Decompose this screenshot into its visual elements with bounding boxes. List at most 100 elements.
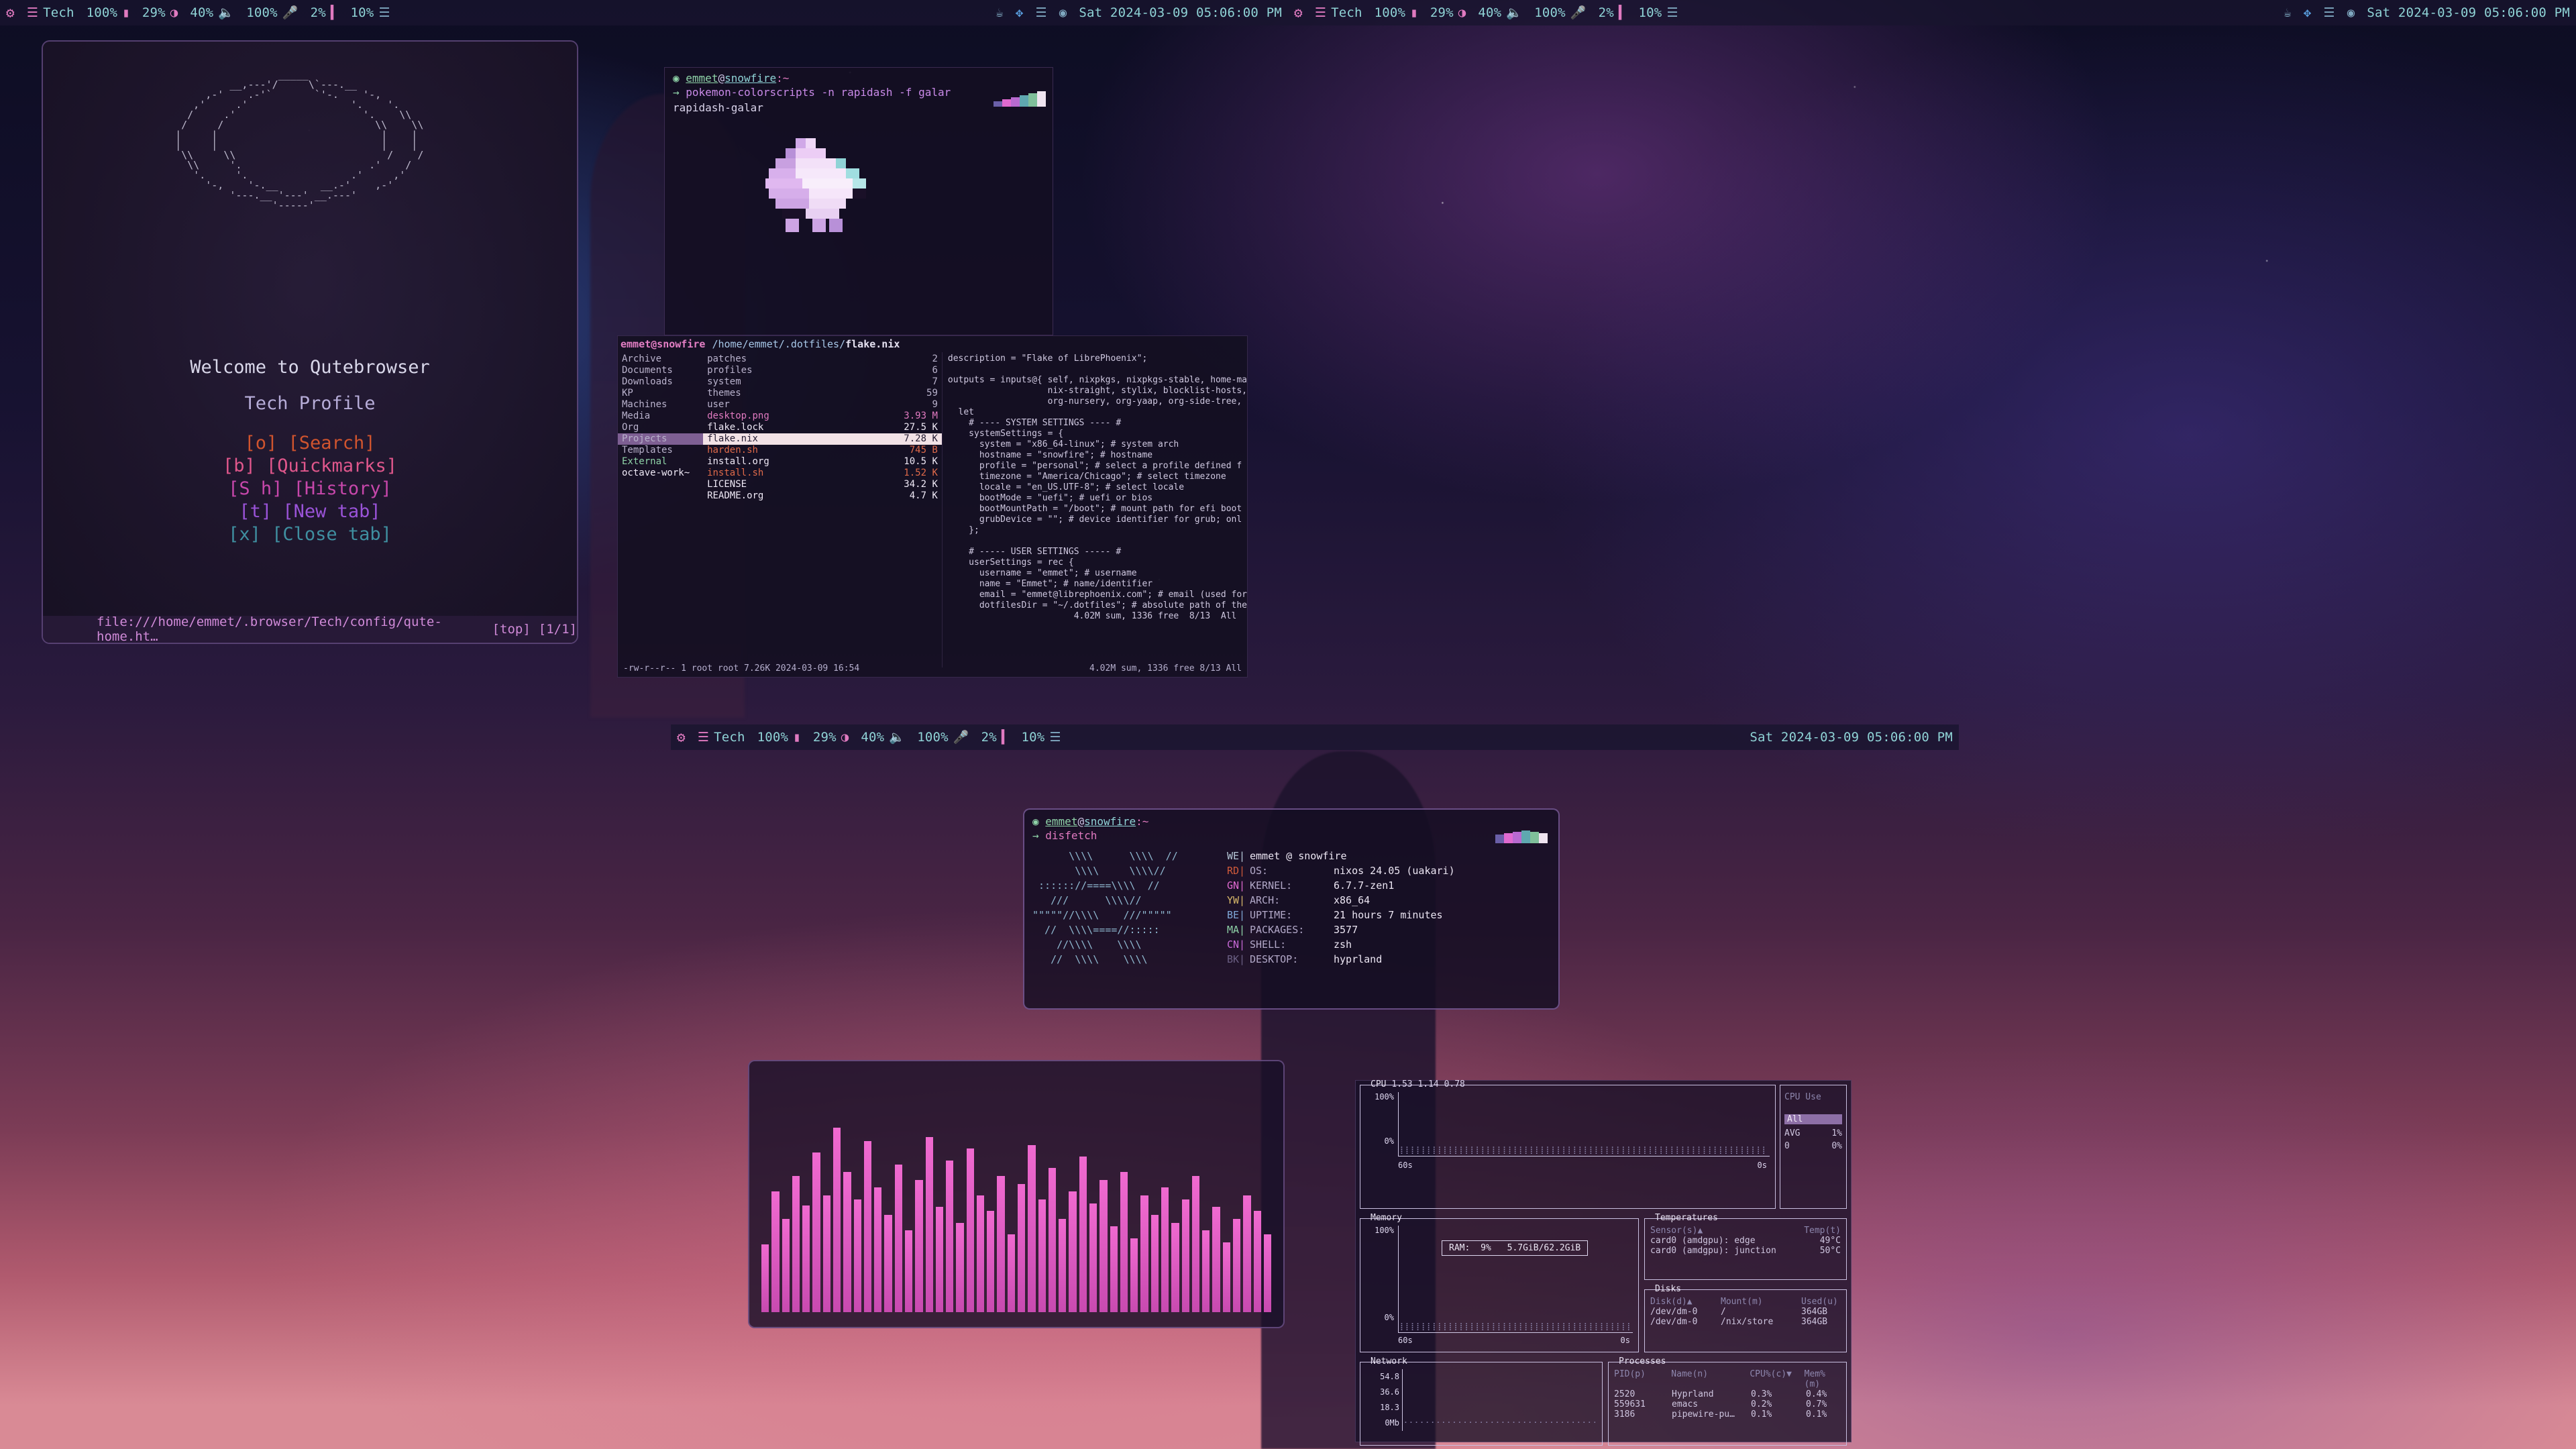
cpu-indicator-2[interactable]: 2% ▍ <box>1593 5 1633 20</box>
mic-indicator-3[interactable]: 100% 🎤 <box>911 730 975 745</box>
ranger-window[interactable]: emmet@snowfire /home/emmet/.dotfiles/fla… <box>617 335 1248 678</box>
brightness-indicator[interactable]: 29% ◑ <box>136 5 184 20</box>
ranger-file-row[interactable]: profiles 6 <box>703 365 942 376</box>
disfetch-terminal-window[interactable]: ◉ emmet@snowfire:~ → disfetch \\\\ \\\\ … <box>1023 808 1560 1010</box>
ranger-file-row[interactable]: install.sh 1.52 K <box>703 468 942 479</box>
tag-indicator-2[interactable]: ☰ Tech <box>1309 5 1368 20</box>
workspace-gear-icon-3[interactable]: ⚙ <box>671 730 692 745</box>
ram-indicator-3[interactable]: 10% ☰ <box>1016 730 1067 745</box>
disfetch-swatch-cn: CN| <box>1227 938 1246 951</box>
disfetch-row: PACKAGES: 3577 <box>1250 922 1455 937</box>
tray-disc-icon[interactable]: ◉ <box>1053 5 1073 20</box>
btop-cpu-use-panel[interactable]: CPU Use All AVG 1% 0 0% <box>1780 1085 1847 1209</box>
cava-bar-30 <box>1069 1191 1077 1312</box>
ranger-file-row[interactable]: README.org 4.7 K <box>703 490 942 502</box>
ranger-file-row[interactable]: flake.lock 27.5 K <box>703 422 942 433</box>
btop-network-panel[interactable]: Network 54.8 36.6 18.3 0Mb ⠁⠁⠁⠁⠁⠁⠁⠁⠁⠁⠁⠁⠁⠁⠁⠁… <box>1360 1356 1603 1446</box>
workspace-gear-icon[interactable]: ⚙ <box>0 5 21 20</box>
ranger-parent-item[interactable]: External <box>618 456 703 468</box>
ranger-file-row[interactable]: patches 2 <box>703 354 942 365</box>
brightness-indicator-3[interactable]: 29% ◑ <box>807 730 855 745</box>
status-bar-bottom[interactable]: ⚙ ☰ Tech 100% ▮ 29% ◑ 40% 🔈 100% 🎤 2% ▍ … <box>671 724 1959 750</box>
ram-indicator-2[interactable]: 10% ☰ <box>1633 5 1684 20</box>
qutebrowser-shortcut-4[interactable]: [x] [Close tab] <box>43 523 577 546</box>
mic-indicator-2[interactable]: 100% 🎤 <box>1528 5 1592 20</box>
ranger-parent-item[interactable]: Machines <box>618 399 703 411</box>
clock-label-3: Sat 2024-03-09 05:06:00 PM <box>1750 730 1953 745</box>
ram-indicator[interactable]: 10% ☰ <box>345 5 396 20</box>
ranger-parent-item[interactable]: Org <box>618 422 703 433</box>
disfetch-block-5 <box>1539 833 1548 843</box>
btop-disk-name: /dev/dm-0 <box>1650 1317 1698 1327</box>
tray-coffee-icon-2[interactable]: ☕ <box>2277 5 2298 20</box>
ranger-file-row[interactable]: harden.sh 745 B <box>703 445 942 456</box>
ranger-file-row[interactable]: install.org 10.5 K <box>703 456 942 468</box>
cava-visualizer-window[interactable] <box>748 1060 1285 1328</box>
btop-disks-panel[interactable]: Disks Disk(d)▲ Mount(m) Used(u) /dev/dm-… <box>1644 1284 1847 1352</box>
status-bar-right[interactable]: ⚙ ☰ Tech 100% ▮ 29% ◑ 40% 🔈 100% 🎤 2% ▍ … <box>1288 0 2576 25</box>
ranger-file-row[interactable]: user 9 <box>703 399 942 411</box>
battery-indicator[interactable]: 100% ▮ <box>80 5 136 20</box>
ram-value-2: 10% <box>1638 5 1662 20</box>
ranger-parent-column[interactable]: Archive Documents Downloads KP Machines Media… <box>618 352 704 667</box>
cpu-indicator[interactable]: 2% ▍ <box>305 5 345 20</box>
btop-window[interactable]: CPU 1.53 1.14 0.78 100% 0% ⡇⡇⡇⡇⡇⡇⡇⡇⡇⡇⡇⡇⡇… <box>1355 1079 1851 1446</box>
ranger-parent-item[interactable]: Projects <box>618 433 704 445</box>
tray-wifi-icon[interactable]: ☰ <box>1030 5 1053 20</box>
btop-temperatures-panel[interactable]: Temperatures Sensor(s)▲ Temp(t) card0 (a… <box>1644 1213 1847 1280</box>
btop-network-ytick: 36.6 <box>1380 1387 1399 1397</box>
volume-indicator-2[interactable]: 40% 🔈 <box>1472 5 1528 20</box>
qutebrowser-shortcut-2[interactable]: [S h] [History] <box>43 478 577 500</box>
tray-bluetooth-icon-2[interactable]: ✥ <box>2298 5 2318 20</box>
mic-indicator[interactable]: 100% 🎤 <box>240 5 304 20</box>
cava-bar-39 <box>1161 1187 1169 1312</box>
brightness-indicator-2[interactable]: 29% ◑ <box>1424 5 1472 20</box>
ranger-parent-item[interactable]: KP <box>618 388 703 399</box>
ranger-file-row[interactable]: themes 59 <box>703 388 942 399</box>
tray-disc-icon-2[interactable]: ◉ <box>2341 5 2361 20</box>
btop-process-row[interactable]: 2520 Hyprland 0.3% 0.4% <box>1614 1389 1841 1399</box>
status-bar-left[interactable]: ⚙ ☰ Tech 100% ▮ 29% ◑ 40% 🔈 100% 🎤 2% ▍ … <box>0 0 1288 25</box>
battery-indicator-2[interactable]: 100% ▮ <box>1368 5 1424 20</box>
ranger-file-row[interactable]: system 7 <box>703 376 942 388</box>
workspace-gear-icon-2[interactable]: ⚙ <box>1288 5 1309 20</box>
btop-process-row[interactable]: 559631 emacs 0.2% 0.7% <box>1614 1399 1841 1409</box>
qutebrowser-shortcut-list[interactable]: [o] [Search] [b] [Quickmarks] [S h] [Histo… <box>43 432 577 546</box>
btop-processes-panel[interactable]: Processes PID(p) Name(n) CPU%(c)▼ Mem%(m… <box>1608 1356 1847 1446</box>
ranger-parent-item[interactable]: octave-work~ <box>618 468 703 479</box>
ranger-file-row[interactable]: flake.nix 7.28 K <box>703 433 942 445</box>
volume-indicator-3[interactable]: 40% 🔈 <box>855 730 911 745</box>
tray-coffee-icon[interactable]: ☕ <box>989 5 1010 20</box>
qutebrowser-shortcut-3[interactable]: [t] [New tab] <box>43 500 577 523</box>
btop-cpu-selected[interactable]: All <box>1784 1114 1842 1124</box>
tag-indicator-3[interactable]: ☰ Tech <box>692 730 751 745</box>
ranger-parent-item[interactable]: Downloads <box>618 376 703 388</box>
qutebrowser-shortcut-1[interactable]: [b] [Quickmarks] <box>43 455 577 478</box>
ranger-parent-item[interactable]: Documents <box>618 365 703 376</box>
cpu-indicator-3[interactable]: 2% ▍ <box>975 730 1016 745</box>
btop-memory-panel[interactable]: Memory 100% 0% RAM: 9% 5.7GiB/62.2GiB ⡇⡇… <box>1360 1213 1639 1352</box>
terminal-pokemon-window[interactable]: ◉ emmet@snowfire:~ → pokemon-colorscript… <box>664 67 1053 335</box>
ranger-file-row[interactable]: desktop.png 3.93 M <box>703 411 942 422</box>
btop-cpu-panel[interactable]: CPU 1.53 1.14 0.78 100% 0% ⡇⡇⡇⡇⡇⡇⡇⡇⡇⡇⡇⡇⡇… <box>1360 1079 1776 1209</box>
disfetch-command: disfetch <box>1045 829 1097 842</box>
terminal-color-swatches <box>994 91 1046 107</box>
clock-3[interactable]: Sat 2024-03-09 05:06:00 PM <box>1743 730 1959 745</box>
qutebrowser-statusbar: file:///home/emmet/.browser/Tech/config/… <box>43 614 577 643</box>
qutebrowser-shortcut-0[interactable]: [o] [Search] <box>43 432 577 455</box>
btop-process-row[interactable]: 3186 pipewire-pu… 0.1% 0.1% <box>1614 1409 1841 1419</box>
tray-bluetooth-icon[interactable]: ✥ <box>1010 5 1030 20</box>
clock[interactable]: Sat 2024-03-09 05:06:00 PM <box>1073 5 1288 20</box>
clock-2[interactable]: Sat 2024-03-09 05:06:00 PM <box>2361 5 2576 20</box>
battery-indicator-3[interactable]: 100% ▮ <box>751 730 807 745</box>
ranger-parent-item[interactable]: Media <box>618 411 703 422</box>
volume-indicator[interactable]: 40% 🔈 <box>184 5 240 20</box>
tag-indicator[interactable]: ☰ Tech <box>21 5 80 20</box>
ranger-parent-item[interactable]: Archive <box>618 354 703 365</box>
qutebrowser-window[interactable]: _____ __,---'/ \`---.__ ,-' .-'` `'-. '-… <box>42 40 578 644</box>
ranger-file-row[interactable]: LICENSE 34.2 K <box>703 479 942 490</box>
tray-wifi-icon-2[interactable]: ☰ <box>2318 5 2341 20</box>
disfetch-title: emmet @ snowfire <box>1250 850 1347 862</box>
ranger-parent-item[interactable]: Templates <box>618 445 703 456</box>
ranger-current-column[interactable]: patches 2 profiles 6 system 7 themes 59 user 9 des… <box>703 352 942 667</box>
